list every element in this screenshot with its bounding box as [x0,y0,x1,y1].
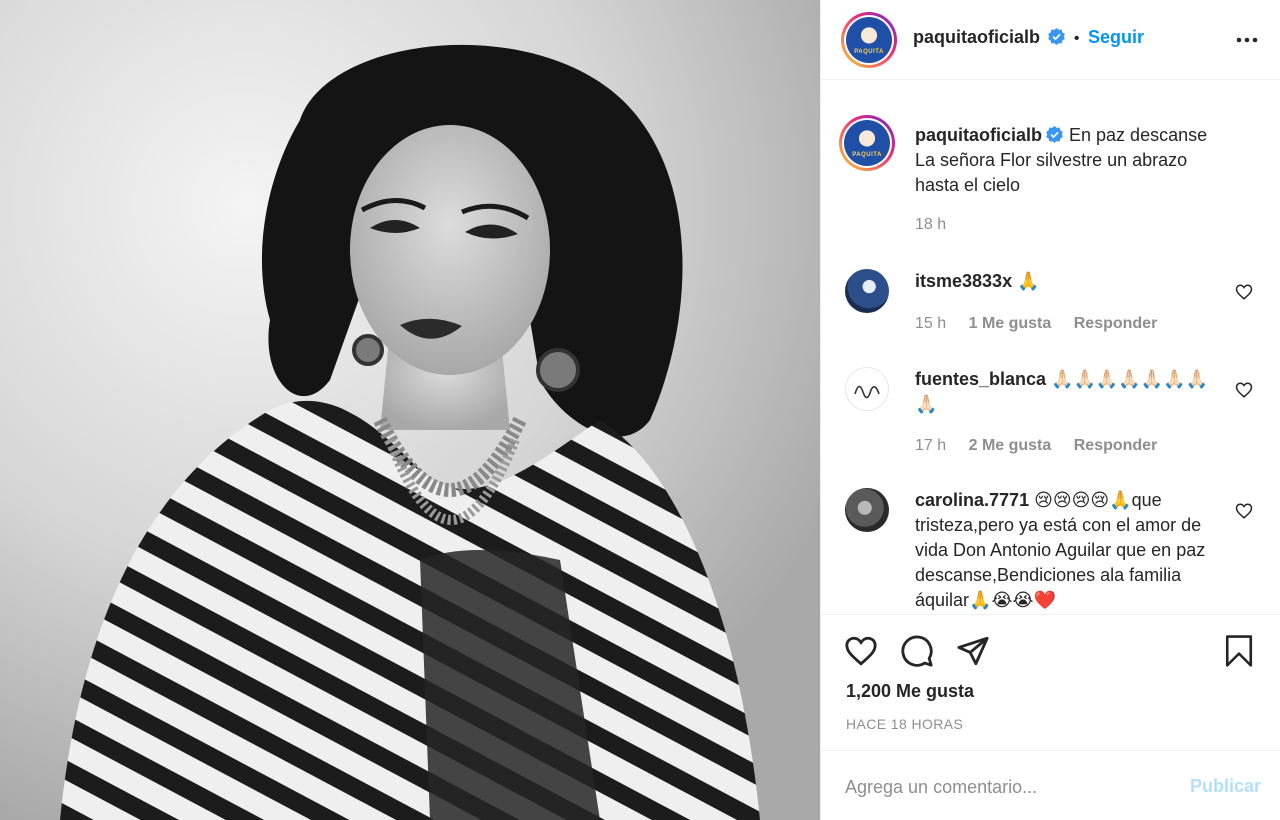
comment-text: 🙏 [1017,271,1040,291]
more-options-icon[interactable] [1235,28,1259,52]
comment-bubble-icon[interactable] [900,634,934,668]
portrait-illustration [0,0,820,820]
comment-username[interactable]: carolina.7771 [915,490,1029,510]
post-photo[interactable] [0,0,820,820]
post-header: paquitaoficialb • Seguir [821,0,1280,80]
verified-badge-icon [1048,28,1066,45]
comment-avatar[interactable] [845,367,889,411]
comment-input[interactable] [845,773,1165,801]
author-username[interactable]: paquitaoficialb [913,27,1040,47]
comment-heart-icon[interactable] [1235,381,1253,399]
comment-likes[interactable]: 2 Me gusta [969,437,1052,454]
comment-username[interactable]: fuentes_blanca [915,369,1046,389]
publish-button[interactable]: Publicar [1190,776,1261,797]
likes-count[interactable]: 1,200 Me gusta [846,681,974,702]
comments-list[interactable]: paquitaoficialb En paz descanse La señor… [821,81,1280,614]
caption-time[interactable]: 18 h [915,216,946,233]
comment-text-block: itsme3833x 🙏 [915,269,1225,294]
bookmark-icon[interactable] [1223,634,1255,668]
verified-badge-icon [1046,126,1063,143]
reply-button[interactable]: Responder [1074,315,1158,332]
comment-text-block: fuentes_blanca 🙏🏻🙏🏻🙏🏻🙏🏻🙏🏻🙏🏻🙏🏻🙏🏻 [915,367,1225,417]
comment-time[interactable]: 17 h [915,437,946,454]
header-author-line: paquitaoficialb • Seguir [913,27,1144,48]
caption-username[interactable]: paquitaoficialb [915,125,1042,145]
comment-meta: 17 h 2 Me gusta Responder [915,437,1175,455]
caption-text-block: paquitaoficialb En paz descanse La señor… [915,123,1225,198]
comment-text-block: carolina.7771 😢😢😢😢🙏que tristeza,pero ya … [915,488,1225,613]
paper-plane-icon[interactable] [956,634,990,668]
post-sidebar: paquitaoficialb • Seguir paquitaoficialb [820,0,1280,820]
caption-avatar[interactable] [839,115,895,171]
comment-avatar[interactable] [845,269,889,313]
comment-time[interactable]: 15 h [915,315,946,332]
comment-heart-icon[interactable] [1235,283,1253,301]
post-actions: 1,200 Me gusta HACE 18 HORAS [821,614,1280,750]
caption-meta: 18 h [915,216,964,234]
author-avatar[interactable] [841,12,897,68]
add-comment-bar: Publicar [821,750,1280,820]
post-time[interactable]: HACE 18 HORAS [846,716,963,732]
comment-likes[interactable]: 1 Me gusta [969,315,1052,332]
comment-meta: 15 h 1 Me gusta Responder [915,315,1175,333]
reply-button[interactable]: Responder [1074,437,1158,454]
comment-heart-icon[interactable] [1235,502,1253,520]
separator-dot: • [1073,30,1080,47]
comment-username[interactable]: itsme3833x [915,271,1012,291]
follow-button[interactable]: Seguir [1088,27,1144,47]
heart-icon[interactable] [844,634,878,668]
comment-avatar[interactable] [845,488,889,532]
